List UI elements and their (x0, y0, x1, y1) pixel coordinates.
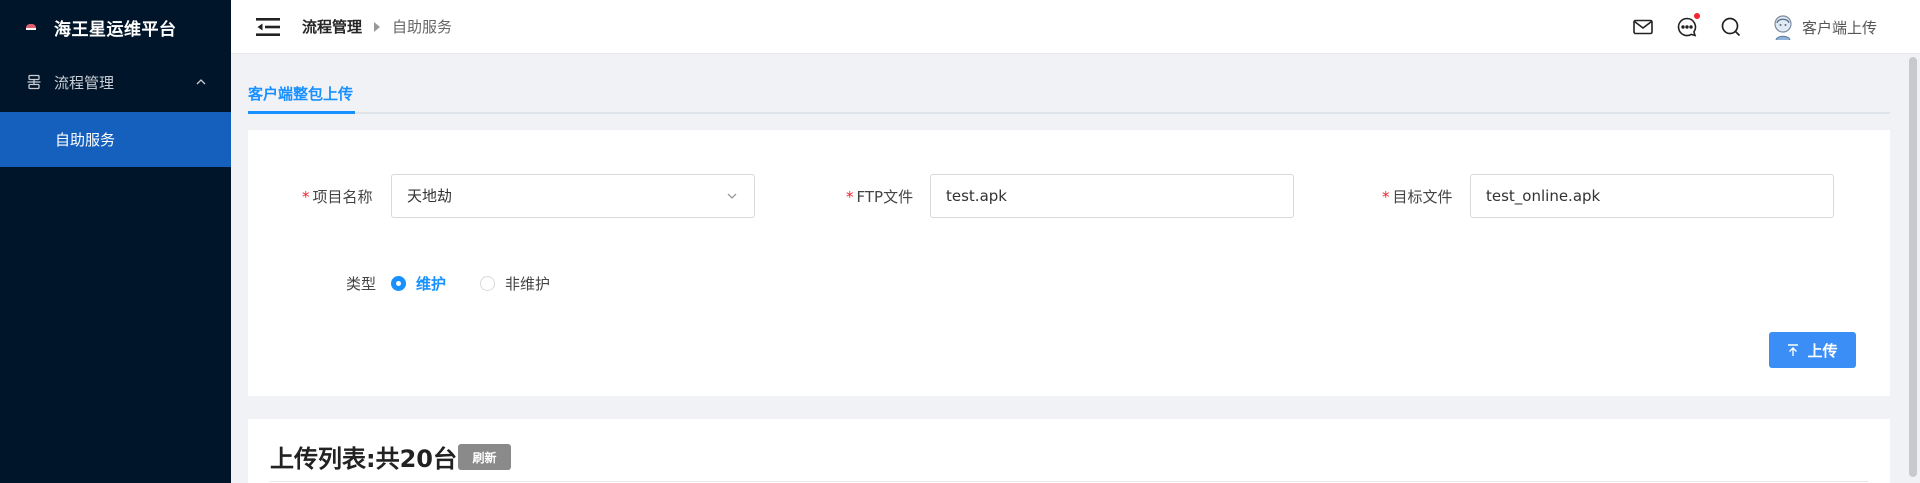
tab-bar: 客户端整包上传 (248, 54, 1890, 114)
brand-title: 海王星运维平台 (54, 19, 177, 40)
breadcrumb-root[interactable]: 流程管理 (302, 16, 362, 37)
target-file-label: * 目标文件 (1382, 188, 1453, 206)
chevron-up-icon (196, 79, 206, 85)
brand-logo-icon (26, 24, 36, 30)
scrollbar-thumb[interactable] (1909, 57, 1917, 477)
type-radio-non-maintenance[interactable]: 非维护 (480, 273, 550, 294)
upload-form-card: * 项目名称 天地劫 * FTP文件 test.apk * 目标文件 test_onl… (248, 130, 1890, 396)
sidebar-group-label: 流程管理 (54, 73, 115, 92)
chevron-down-icon (727, 193, 737, 199)
ftp-file-input[interactable]: test.apk (930, 174, 1294, 218)
target-file-input[interactable]: test_online.apk (1470, 174, 1834, 218)
notification-dot (1693, 13, 1700, 19)
tab-client-package-upload[interactable]: 客户端整包上传 (248, 83, 353, 104)
refresh-button[interactable]: 刷新 (458, 444, 511, 470)
chat-icon (1677, 17, 1697, 37)
project-name-value: 天地劫 (407, 187, 453, 205)
upload-icon (1788, 343, 1799, 356)
upload-button[interactable]: 上传 (1769, 332, 1856, 368)
menu-fold-icon[interactable] (256, 16, 280, 38)
ftp-file-value: test.apk (946, 187, 1007, 205)
message-button[interactable] (1676, 13, 1700, 38)
top-header: 流程管理 自助服务 客户端上传 (231, 0, 1920, 54)
page-scrollbar[interactable] (1906, 54, 1920, 483)
sidebar: 海王星运维平台 流程管理 自助服务 (0, 0, 231, 483)
brand: 海王星运维平台 (0, 0, 231, 54)
sidebar-item-label: 自助服务 (55, 131, 116, 149)
mail-icon[interactable] (1632, 16, 1654, 38)
breadcrumb-current: 自助服务 (392, 18, 453, 36)
sidebar-item-self-service[interactable]: 自助服务 (0, 112, 231, 167)
sidebar-group-process-management[interactable]: 流程管理 (0, 54, 231, 110)
search-icon[interactable] (1720, 16, 1742, 38)
project-name-label: * 项目名称 (302, 188, 373, 206)
breadcrumb-separator-icon (374, 21, 381, 32)
avatar[interactable] (1772, 13, 1794, 41)
radio-checked-icon (391, 276, 406, 291)
ftp-file-label: * FTP文件 (846, 188, 914, 206)
type-label: 类型 (346, 275, 377, 293)
radio-unchecked-icon (480, 276, 495, 291)
header-actions: 客户端上传 (1632, 0, 1920, 54)
upload-list-title: 上传列表:共20台 (270, 445, 457, 473)
project-name-select[interactable]: 天地劫 (391, 174, 755, 218)
target-file-value: test_online.apk (1486, 187, 1601, 205)
type-radio-maintenance[interactable]: 维护 (391, 273, 446, 294)
upload-list-card: 上传列表:共20台 刷新 (248, 419, 1890, 483)
breadcrumb: 流程管理 自助服务 (302, 16, 452, 37)
flow-icon (27, 74, 41, 90)
table-top-border (270, 481, 1868, 482)
tab-active-indicator (248, 111, 355, 114)
user-name[interactable]: 客户端上传 (1802, 17, 1877, 38)
